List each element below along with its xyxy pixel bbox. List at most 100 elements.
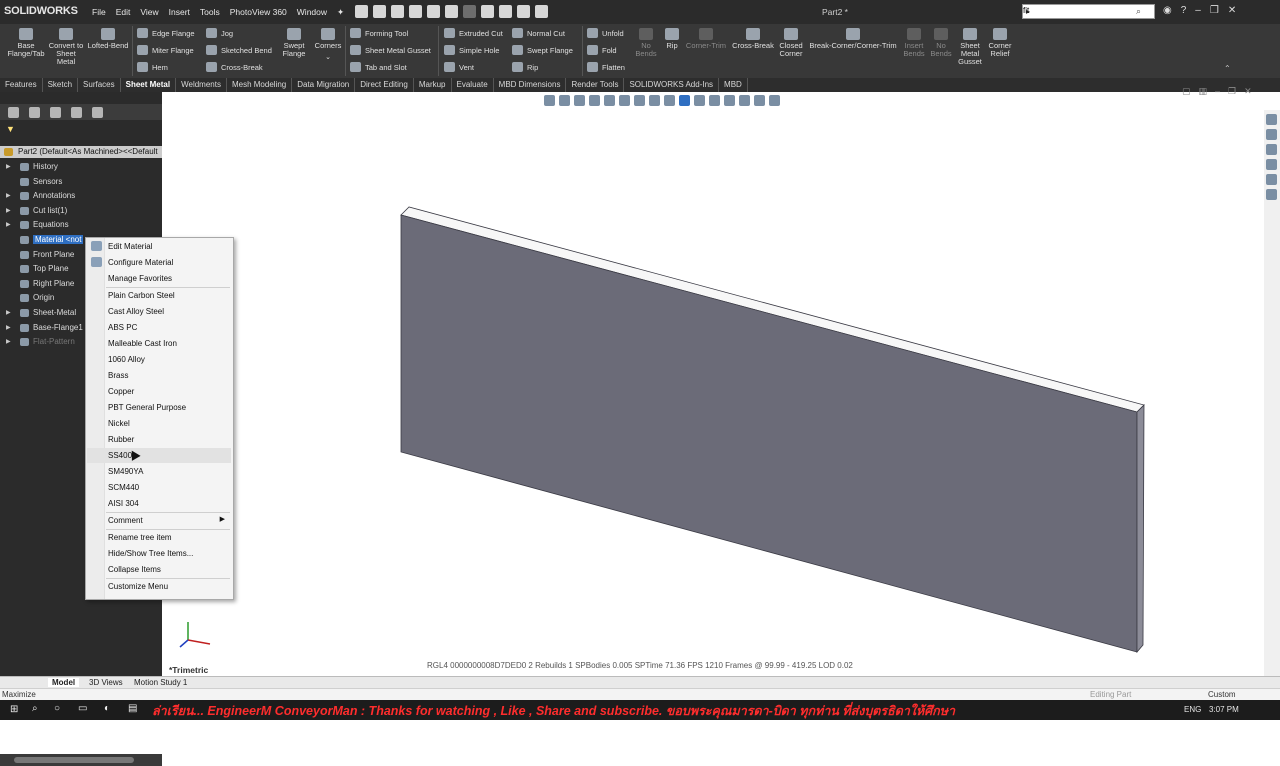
no-bends-2-button[interactable]: No Bends (929, 28, 953, 58)
tab-features[interactable]: Features (0, 78, 43, 92)
expand-arrow-icon[interactable]: ▶ (6, 309, 11, 316)
tab-mbd[interactable]: MBD (719, 78, 748, 92)
material-item-2[interactable]: ABS PC (87, 320, 231, 335)
sheet-metal-part[interactable] (162, 92, 1264, 676)
tab-weldments[interactable]: Weldments (176, 78, 227, 92)
tab-surfaces[interactable]: Surfaces (78, 78, 121, 92)
close-icon[interactable]: ✕ (1228, 5, 1236, 16)
extruded-cut-button[interactable]: Extruded Cut (444, 28, 503, 38)
forming-tool-button[interactable]: Forming Tool (350, 28, 408, 38)
sheet-metal-gusset-button[interactable]: Sheet Metal Gusset (350, 45, 431, 55)
sketched-bend-button[interactable]: Sketched Bend (206, 45, 272, 55)
material-item-3[interactable]: Malleable Cast Iron (87, 336, 231, 351)
task-view-icon[interactable]: ▭ (78, 703, 87, 714)
select-icon[interactable] (481, 5, 494, 18)
tab-direct-editing[interactable]: Direct Editing (355, 78, 414, 92)
panel-scrollbar[interactable] (0, 754, 162, 766)
insert-bends-button[interactable]: Insert Bends (901, 28, 927, 58)
normal-cut-button[interactable]: Normal Cut (512, 28, 565, 38)
open-icon[interactable] (391, 5, 404, 18)
tab-evaluate[interactable]: Evaluate (452, 78, 494, 92)
display-manager-icon[interactable] (92, 107, 103, 118)
folder-icon[interactable]: ▤ (128, 703, 137, 714)
tab-and-slot-button[interactable]: Tab and Slot (350, 62, 407, 72)
gear-icon[interactable] (535, 5, 548, 18)
manage-favorites-item[interactable]: Manage Favorites (87, 271, 231, 286)
cross-break-button[interactable]: Cross-Break (206, 62, 263, 72)
material-item-9[interactable]: Rubber (87, 432, 231, 447)
material-item-1[interactable]: Cast Alloy Steel (87, 304, 231, 319)
tree-item-3[interactable]: ▶ Cut list(1) (0, 204, 162, 219)
menu-tools[interactable]: Tools (200, 7, 220, 18)
solidworks-resources-icon[interactable] (1266, 114, 1277, 125)
language-indicator[interactable]: ENG (1184, 705, 1201, 714)
sheet-metal-gusset-big-button[interactable]: Sheet Metal Gusset (955, 28, 985, 66)
tree-item-2[interactable]: ▶ Annotations (0, 189, 162, 204)
material-item-7[interactable]: PBT General Purpose (87, 400, 231, 415)
search-input[interactable] (1023, 5, 1118, 16)
appearances-icon[interactable] (1266, 174, 1277, 185)
swept-flange-button[interactable]: Swept Flange (279, 28, 309, 58)
pin-icon[interactable]: ✦ (337, 7, 344, 18)
rip-small-button[interactable]: Rip (512, 62, 538, 72)
design-library-icon[interactable] (1266, 129, 1277, 140)
file-explorer-icon[interactable] (1266, 144, 1277, 155)
material-item-8[interactable]: Nickel (87, 416, 231, 431)
expand-arrow-icon[interactable]: ▶ (6, 192, 11, 199)
tab-addins[interactable]: SOLIDWORKS Add-Ins (624, 78, 720, 92)
menu-edit[interactable]: Edit (116, 7, 131, 18)
edit-material-item[interactable]: Edit Material (87, 239, 231, 254)
material-item-4[interactable]: 1060 Alloy (87, 352, 231, 367)
clock[interactable]: 3:07 PM (1209, 705, 1239, 714)
menu-bottom-item-0[interactable]: Rename tree item (87, 530, 231, 545)
flatten-button[interactable]: Flatten (587, 62, 625, 72)
closed-corner-button[interactable]: Closed Corner (776, 28, 806, 58)
custom-properties-icon[interactable] (1266, 189, 1277, 200)
tab-motion-study[interactable]: Motion Study 1 (130, 678, 191, 687)
menu-view[interactable]: View (140, 7, 158, 18)
menu-photoview[interactable]: PhotoView 360 (230, 7, 287, 18)
tab-model[interactable]: Model (48, 678, 80, 687)
user-icon[interactable]: ◉ (1163, 5, 1172, 16)
menu-bottom-item-2[interactable]: Collapse Items (87, 562, 231, 577)
configuration-manager-icon[interactable] (50, 107, 61, 118)
edge-flange-button[interactable]: Edge Flange (137, 28, 195, 38)
tab-sketch[interactable]: Sketch (43, 78, 79, 92)
expand-arrow-icon[interactable]: ▶ (6, 207, 11, 214)
base-flange-button[interactable]: Base Flange/Tab (4, 28, 48, 58)
corners-button[interactable]: Corners ⌄ (312, 28, 344, 62)
view-palette-icon[interactable] (1266, 159, 1277, 170)
cross-break-big-button[interactable]: Cross-Break (730, 28, 776, 50)
scrollbar-thumb[interactable] (14, 757, 134, 763)
simple-hole-button[interactable]: Simple Hole (444, 45, 499, 55)
tab-3d-views[interactable]: 3D Views (85, 678, 127, 687)
taskbar-search-icon[interactable]: ⌕ (32, 703, 38, 714)
material-item-11[interactable]: SM490YA (87, 464, 231, 479)
edge-icon[interactable]: ◐ (104, 703, 110, 714)
miter-flange-button[interactable]: Miter Flange (137, 45, 194, 55)
rip-button[interactable]: Rip (660, 28, 684, 50)
file-properties-icon[interactable] (517, 5, 530, 18)
unfold-button[interactable]: Unfold (587, 28, 624, 38)
configure-material-item[interactable]: Configure Material (87, 255, 231, 270)
vent-button[interactable]: Vent (444, 62, 474, 72)
menu-file[interactable]: File (92, 7, 106, 18)
swept-flange-small-button[interactable]: Swept Flange (512, 45, 573, 55)
tab-markup[interactable]: Markup (414, 78, 452, 92)
convert-to-sheet-metal-button[interactable]: Convert to Sheet Metal (48, 28, 84, 66)
tree-item-1[interactable]: Sensors (0, 175, 162, 190)
traffic-light-icon[interactable] (499, 5, 512, 18)
material-item-10[interactable]: SS400 (87, 448, 231, 463)
tree-item-4[interactable]: ▶ Equations (0, 218, 162, 233)
material-item-6[interactable]: Copper (87, 384, 231, 399)
material-item-0[interactable]: Plain Carbon Steel (87, 288, 231, 303)
help-icon[interactable]: ? (1181, 5, 1187, 16)
print-icon[interactable] (427, 5, 440, 18)
tree-item-0[interactable]: ▶ History (0, 160, 162, 175)
tab-mbd-dimensions[interactable]: MBD Dimensions (494, 78, 567, 92)
search-box[interactable]: ▸ ⌕ (1022, 4, 1155, 19)
filter-icon[interactable]: ▼ (6, 124, 15, 134)
comment-item[interactable]: Comment ▶ (87, 513, 231, 528)
dimxpert-icon[interactable] (71, 107, 82, 118)
search-icon[interactable]: ⌕ (1136, 6, 1141, 17)
